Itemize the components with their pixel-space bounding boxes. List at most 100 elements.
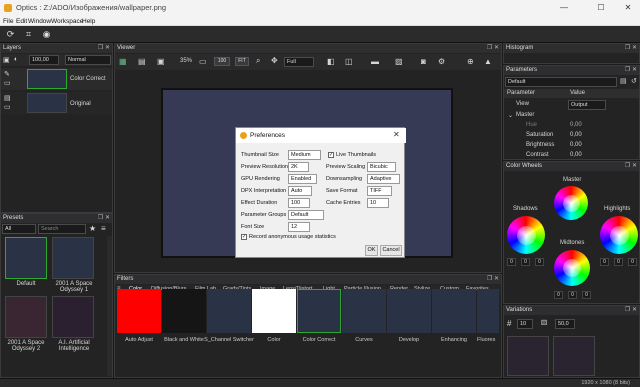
preset-thumbnail[interactable] <box>52 237 94 279</box>
filter-thumbnail[interactable] <box>162 289 206 333</box>
menu-workspace[interactable]: Workspace <box>51 17 83 26</box>
midtones-r[interactable]: 0 <box>554 291 563 299</box>
ok-button[interactable]: OK <box>365 245 378 256</box>
panel-float-icon[interactable]: ❐ ✕ <box>98 214 110 221</box>
variation-thumbnail[interactable] <box>507 336 549 376</box>
variations-count[interactable]: 10 <box>517 319 533 329</box>
favorite-star-icon[interactable]: ★ <box>89 224 96 233</box>
compare-icon[interactable]: ▤ <box>138 57 146 66</box>
layers-toggle-icon[interactable]: ◉ <box>40 28 53 41</box>
filter-thumbnail[interactable] <box>477 289 499 333</box>
menu-edit[interactable]: Edit <box>16 17 27 26</box>
menu-file[interactable]: File <box>3 17 13 26</box>
save-icon[interactable]: ▤ <box>620 77 627 85</box>
preset-thumbnail[interactable] <box>52 296 94 338</box>
save-format-select[interactable]: TIFF <box>367 186 392 196</box>
param-value[interactable]: 0,00 <box>570 132 582 138</box>
param-value[interactable]: 0,00 <box>570 152 582 158</box>
filter-thumbnail[interactable] <box>297 289 341 333</box>
settings-icon[interactable]: ⚙ <box>438 57 445 66</box>
crop-icon[interactable]: ⌗ <box>22 28 35 41</box>
ab-compare-icon[interactable]: ◧ <box>327 57 335 66</box>
visibility-icon[interactable]: ▭ <box>4 103 11 111</box>
panel-float-icon[interactable]: ❐ ✕ <box>625 306 637 313</box>
fit-button[interactable]: FIT <box>235 57 249 66</box>
panel-float-icon[interactable]: ❐ ✕ <box>98 44 110 51</box>
variations-amount[interactable]: 50,0 <box>555 319 575 329</box>
lock-icon[interactable]: ▤ <box>4 94 11 102</box>
eye-icon[interactable]: ✎ <box>4 70 10 78</box>
layer-row[interactable]: ✎ ▭ Color Correct <box>1 68 112 90</box>
highlights-r[interactable]: 0 <box>600 258 609 266</box>
close-icon[interactable]: ✕ <box>617 2 639 14</box>
panel-float-icon[interactable]: ❐ ✕ <box>487 44 499 51</box>
downsampling-select[interactable]: Adaptive <box>367 174 400 184</box>
highlights-wheel[interactable] <box>600 216 638 254</box>
highlights-g[interactable]: 0 <box>614 258 623 266</box>
panel-float-icon[interactable]: ❐ ✕ <box>487 275 499 282</box>
midtones-g[interactable]: 0 <box>568 291 577 299</box>
shadows-wheel[interactable] <box>507 216 545 254</box>
panel-float-icon[interactable]: ❐ ✕ <box>625 66 637 73</box>
shadows-g[interactable]: 0 <box>521 258 530 266</box>
record-stats-checkbox[interactable]: ✓ <box>241 234 247 240</box>
filter-thumbnail[interactable] <box>252 289 296 333</box>
close-icon[interactable]: ✕ <box>393 130 400 139</box>
panel-float-icon[interactable]: ❐ ✕ <box>625 44 637 51</box>
grid-icon[interactable]: # <box>507 319 511 328</box>
layer-row[interactable]: ▤ ▭ Original <box>1 92 112 114</box>
preset-thumbnail[interactable] <box>5 237 47 279</box>
param-value[interactable]: 0,00 <box>570 122 582 128</box>
reset-icon[interactable]: ↺ <box>631 77 637 85</box>
mountain-icon[interactable]: ▲ <box>484 57 492 66</box>
zoom-100-button[interactable]: 100 <box>214 57 230 66</box>
presets-filter-select[interactable]: All <box>2 224 36 234</box>
presets-search-input[interactable]: Search <box>38 224 86 234</box>
filter-thumbnail[interactable] <box>387 289 431 333</box>
visibility-icon[interactable]: ▭ <box>4 79 11 87</box>
menu-window[interactable]: Window <box>28 17 51 26</box>
chevron-down-icon[interactable]: ⌄ <box>508 112 513 119</box>
effect-duration-input[interactable]: 100 <box>288 198 310 208</box>
filter-thumbnail[interactable] <box>207 289 251 333</box>
panel-float-icon[interactable]: ❐ ✕ <box>625 162 637 169</box>
channels-icon[interactable]: ▦ <box>119 57 127 66</box>
target-icon[interactable]: ⊕ <box>467 57 474 66</box>
font-size-input[interactable]: 12 <box>288 222 310 232</box>
variation-thumbnail[interactable] <box>553 336 595 376</box>
grid-icon[interactable]: ▣ <box>157 57 165 66</box>
mask-icon[interactable]: ▨ <box>395 57 403 66</box>
preview-resolution-select[interactable]: 2K <box>288 162 309 172</box>
presets-scrollbar[interactable] <box>107 236 112 376</box>
layer-mask-icon[interactable]: ◐ <box>14 56 18 63</box>
filter-thumbnail[interactable] <box>342 289 386 333</box>
preset-select[interactable]: Default <box>505 77 617 87</box>
param-value[interactable]: 0,00 <box>570 142 582 148</box>
dpx-select[interactable]: Auto <box>288 186 312 196</box>
split-icon[interactable]: ◫ <box>345 57 353 66</box>
thumb-size-select[interactable]: Medium <box>288 150 321 160</box>
opacity-field[interactable]: 100,00 <box>29 55 59 65</box>
minimize-icon[interactable]: — <box>553 2 575 14</box>
cache-entries-input[interactable]: 10 <box>367 198 389 208</box>
midtones-b[interactable]: 0 <box>582 291 591 299</box>
midtones-wheel[interactable] <box>554 250 590 286</box>
dice-icon[interactable]: ⚄ <box>541 319 547 327</box>
fit-icon[interactable]: ▭ <box>199 57 207 66</box>
filter-thumbnail[interactable] <box>432 289 476 333</box>
blend-mode-select[interactable]: Normal <box>65 55 111 65</box>
highlights-b[interactable]: 0 <box>628 258 637 266</box>
parameter-groups-select[interactable]: Default <box>288 210 324 220</box>
cancel-button[interactable]: Cancel <box>380 245 402 256</box>
shadows-b[interactable]: 0 <box>535 258 544 266</box>
menu-help[interactable]: Help <box>82 17 95 26</box>
search-icon[interactable]: ⌕ <box>256 56 260 66</box>
refresh-icon[interactable]: ⟳ <box>4 28 17 41</box>
camera-icon[interactable]: ◙ <box>421 57 426 66</box>
view-mode-select[interactable]: Full <box>284 57 314 67</box>
zoom-percent[interactable]: 35% <box>180 58 192 64</box>
preset-thumbnail[interactable] <box>5 296 47 338</box>
view-select[interactable]: Output <box>568 100 606 110</box>
filter-thumbnail[interactable] <box>117 289 161 333</box>
layer-tool-icon[interactable]: ▣ <box>3 56 10 64</box>
